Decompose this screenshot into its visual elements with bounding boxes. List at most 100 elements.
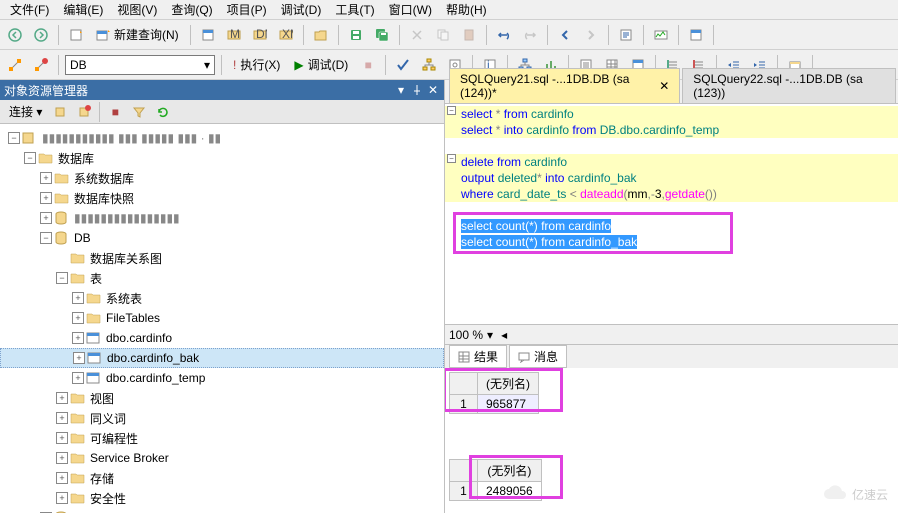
tree-tables[interactable]: −表 (0, 268, 444, 288)
paste-icon[interactable] (458, 24, 480, 46)
tree-views[interactable]: +视图 (0, 388, 444, 408)
save-all-icon[interactable] (371, 24, 393, 46)
tree-security[interactable]: +安全性 (0, 488, 444, 508)
fold-icon[interactable]: − (447, 106, 456, 115)
tab-results[interactable]: 结果 (449, 345, 507, 368)
menu-edit[interactable]: 编辑(E) (57, 0, 109, 20)
dmx-query-icon[interactable]: DM (249, 24, 271, 46)
debug-button[interactable]: ▶ 调试(D) (289, 54, 353, 76)
cancel-executing-icon[interactable]: ■ (357, 54, 379, 76)
row-number[interactable]: 1 (450, 395, 478, 414)
expand-icon[interactable]: + (56, 492, 68, 504)
menu-help[interactable]: 帮助(H) (440, 0, 493, 20)
connect-server-icon[interactable] (49, 101, 71, 123)
tree-service-broker[interactable]: +Service Broker (0, 448, 444, 468)
database-combo[interactable]: DB ▾ (65, 55, 215, 75)
tree-filetables[interactable]: +FileTables (0, 308, 444, 328)
menu-project[interactable]: 项目(P) (221, 0, 273, 20)
tree-hidden-db[interactable]: +▮▮▮▮▮▮▮▮▮▮▮▮▮▮▮▮ (0, 208, 444, 228)
expand-icon[interactable]: + (56, 472, 68, 484)
new-query-button[interactable]: 新建查询(N) (91, 24, 184, 46)
zoom-level[interactable]: 100 % (449, 328, 483, 342)
open-file-icon[interactable] (310, 24, 332, 46)
fold-icon[interactable]: − (447, 154, 456, 163)
forward-icon[interactable] (30, 24, 52, 46)
expand-icon[interactable]: + (56, 412, 68, 424)
tab-sqlquery21[interactable]: SQLQuery21.sql -...1DB.DB (sa (124))*✕ (449, 68, 680, 103)
tree-system-tables[interactable]: +系统表 (0, 288, 444, 308)
column-header[interactable]: (无列名) (478, 373, 539, 395)
mdx-query-icon[interactable]: MD (223, 24, 245, 46)
refresh-icon[interactable] (152, 101, 174, 123)
tree-system-databases[interactable]: +系统数据库 (0, 168, 444, 188)
cell-value[interactable]: 965877 (478, 395, 539, 414)
collapse-icon[interactable]: − (40, 232, 52, 244)
display-plan-icon[interactable] (418, 54, 440, 76)
menu-query[interactable]: 查询(Q) (165, 0, 218, 20)
row-number[interactable]: 1 (450, 482, 478, 501)
find-icon[interactable] (615, 24, 637, 46)
parse-icon[interactable] (392, 54, 414, 76)
change-connection-icon[interactable] (4, 54, 26, 76)
cell-value[interactable]: 2489056 (478, 482, 542, 501)
expand-icon[interactable]: + (72, 332, 84, 344)
back-icon[interactable] (4, 24, 26, 46)
expand-icon[interactable]: + (40, 192, 52, 204)
db-engine-query-icon[interactable] (197, 24, 219, 46)
tree-table-cardinfo-bak[interactable]: +dbo.cardinfo_bak (0, 348, 444, 368)
tree-db-DB[interactable]: −DB (0, 228, 444, 248)
xmla-query-icon[interactable]: XM (275, 24, 297, 46)
scroll-left-icon[interactable]: ◂ (501, 328, 507, 342)
filter-icon[interactable] (128, 101, 150, 123)
expand-icon[interactable]: + (72, 372, 84, 384)
menu-view[interactable]: 视图(V) (111, 0, 163, 20)
tree-storage[interactable]: +存储 (0, 468, 444, 488)
menu-file[interactable]: 文件(F) (4, 0, 55, 20)
dropdown-icon[interactable]: ▾ (394, 83, 408, 97)
result-grid-1[interactable]: (无列名) 1965877 (449, 372, 539, 414)
close-icon[interactable]: ✕ (659, 79, 669, 93)
menu-tools[interactable]: 工具(T) (329, 0, 380, 20)
tree-db-snapshots[interactable]: +数据库快照 (0, 188, 444, 208)
activity-monitor-icon[interactable] (650, 24, 672, 46)
tree-table-cardinfo[interactable]: +dbo.cardinfo (0, 328, 444, 348)
column-header[interactable]: (无列名) (478, 460, 542, 482)
expand-icon[interactable]: + (40, 212, 52, 224)
tree-db-ecology[interactable]: +ecology (0, 508, 444, 513)
tree-databases-node[interactable]: −数据库 (0, 148, 444, 168)
collapse-icon[interactable]: − (56, 272, 68, 284)
menu-window[interactable]: 窗口(W) (383, 0, 438, 20)
expand-icon[interactable]: + (56, 392, 68, 404)
expand-icon[interactable]: + (56, 432, 68, 444)
tree-table-cardinfo-temp[interactable]: +dbo.cardinfo_temp (0, 368, 444, 388)
result-grid-2[interactable]: (无列名) 12489056 (449, 459, 542, 501)
expand-icon[interactable]: + (73, 352, 85, 364)
disconnect-icon[interactable] (30, 54, 52, 76)
undo-icon[interactable] (493, 24, 515, 46)
tree-synonyms[interactable]: +同义词 (0, 408, 444, 428)
expand-icon[interactable]: + (56, 452, 68, 464)
tab-sqlquery22[interactable]: SQLQuery22.sql -...1DB.DB (sa (123)) (682, 68, 896, 103)
tree-server-node[interactable]: −▮▮▮▮▮▮▮▮▮▮▮ ▮▮▮ ▮▮▮▮▮ ▮▮▮ · ▮▮ (0, 128, 444, 148)
collapse-icon[interactable]: − (8, 132, 20, 144)
object-tree[interactable]: −▮▮▮▮▮▮▮▮▮▮▮ ▮▮▮ ▮▮▮▮▮ ▮▮▮ · ▮▮ −数据库 +系统… (0, 124, 444, 513)
collapse-icon[interactable]: − (24, 152, 36, 164)
expand-icon[interactable]: + (72, 292, 84, 304)
redo-icon[interactable] (519, 24, 541, 46)
cut-icon[interactable] (406, 24, 428, 46)
close-icon[interactable]: ✕ (426, 83, 440, 97)
pin-icon[interactable] (410, 83, 424, 97)
save-icon[interactable] (345, 24, 367, 46)
menu-debug[interactable]: 调试(D) (275, 0, 328, 20)
chevron-down-icon[interactable]: ▾ (487, 328, 493, 342)
nav-fwd-icon[interactable] (580, 24, 602, 46)
solution-explorer-icon[interactable] (685, 24, 707, 46)
sql-editor[interactable]: − − select * from cardinfo select * into… (445, 104, 898, 324)
execute-button[interactable]: ! 执行(X) (228, 54, 285, 76)
connect-button[interactable]: 连接 ▾ (4, 101, 47, 123)
tab-messages[interactable]: 消息 (509, 345, 567, 368)
tree-programmability[interactable]: +可编程性 (0, 428, 444, 448)
disconnect-server-icon[interactable] (73, 101, 95, 123)
copy-icon[interactable] (432, 24, 454, 46)
new-project-icon[interactable] (65, 24, 87, 46)
